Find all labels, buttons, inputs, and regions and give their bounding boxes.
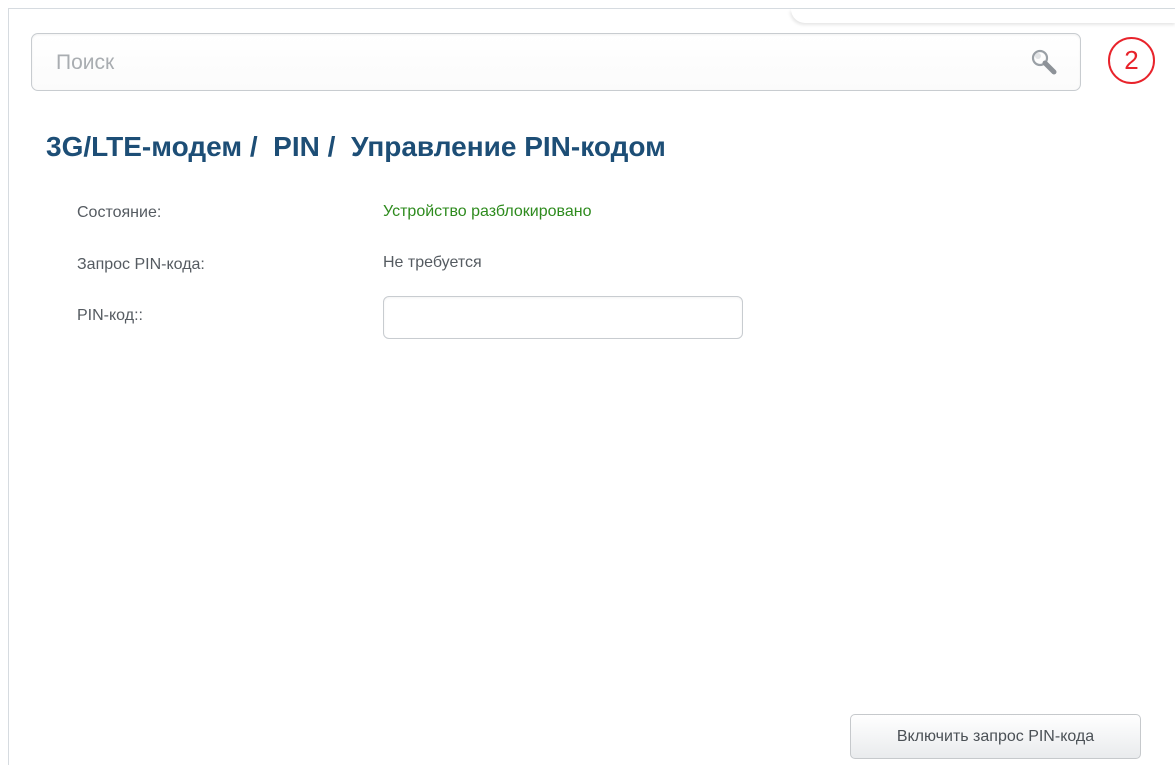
pin-request-label: Запрос PIN-кода:	[77, 256, 205, 273]
breadcrumb-current-page: Управление PIN-кодом	[350, 131, 666, 162]
breadcrumb-separator: /	[249, 131, 258, 162]
pin-code-field[interactable]	[383, 296, 743, 339]
breadcrumb-section: 3G/LTE-модем	[46, 131, 243, 162]
pin-code-label: PIN-код::	[77, 307, 143, 324]
search-icon[interactable]	[1030, 48, 1058, 76]
status-label: Состояние:	[77, 204, 162, 221]
notification-count-badge[interactable]: 2	[1108, 37, 1155, 84]
search-input[interactable]	[54, 34, 1018, 92]
notification-tab	[791, 9, 1175, 23]
breadcrumb-separator: /	[327, 131, 336, 162]
enable-pin-request-button[interactable]: Включить запрос PIN-кода	[850, 714, 1141, 759]
page-title-breadcrumb: 3G/LTE-модем / PIN / Управление PIN-кодо…	[46, 131, 666, 163]
content-panel	[8, 8, 1175, 765]
search-box	[31, 33, 1081, 92]
pin-request-value: Не требуется	[383, 254, 482, 271]
breadcrumb-subsection: PIN	[273, 131, 320, 162]
status-value: Устройство разблокировано	[383, 203, 592, 220]
page: 2 3G/LTE-модем / PIN / Управление PIN-ко…	[0, 0, 1175, 765]
